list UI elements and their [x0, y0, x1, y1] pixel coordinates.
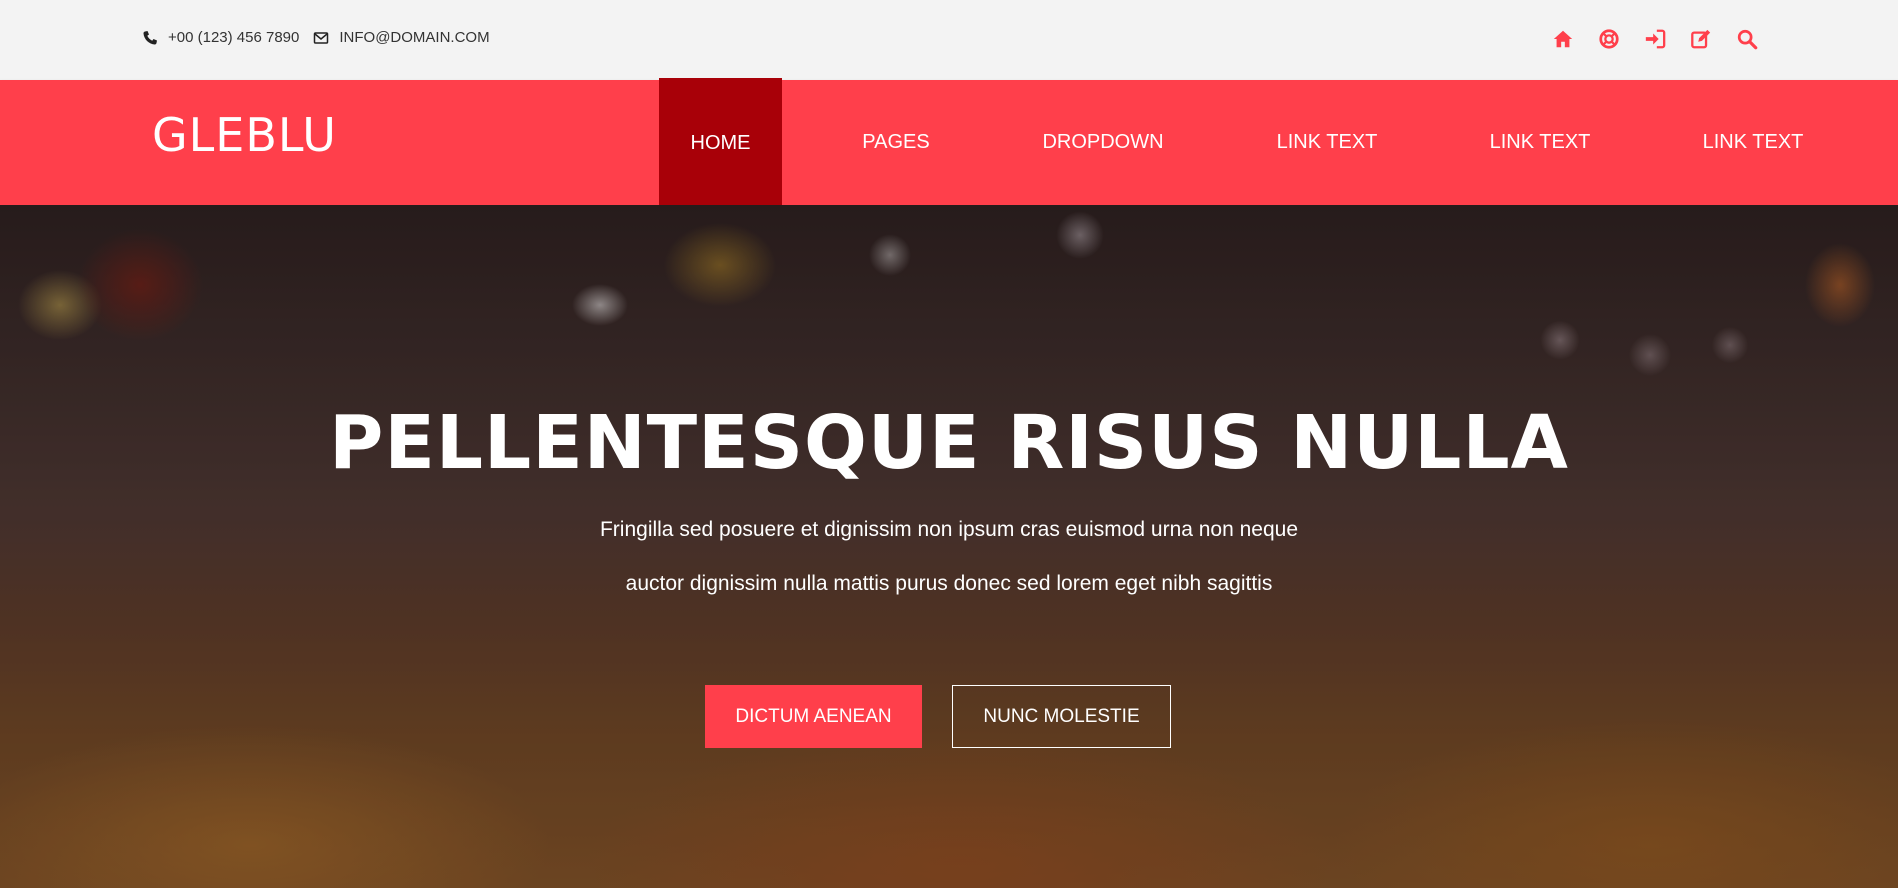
sign-in-icon[interactable]	[1644, 28, 1666, 50]
main-navbar: GLEBLU HOME PAGES DROPDOWN LINK TEXT LIN…	[0, 78, 1898, 208]
phone-contact[interactable]: +00 (123) 456 7890	[142, 29, 299, 47]
home-icon[interactable]	[1552, 28, 1574, 50]
nav-link-text-1[interactable]: LINK TEXT	[1262, 80, 1392, 205]
phone-icon	[143, 31, 157, 45]
edit-icon[interactable]	[1690, 28, 1712, 50]
hero-section: PELLENTESQUE RISUS NULLA Fringilla sed p…	[0, 205, 1898, 888]
email-contact[interactable]: INFO@DOMAIN.COM	[313, 29, 490, 47]
hero-background-image	[0, 205, 1898, 888]
hero-subtitle-line-1: Fringilla sed posuere et dignissim non i…	[599, 518, 1299, 541]
top-icon-group	[1552, 28, 1758, 50]
nav-dropdown[interactable]: DROPDOWN	[1030, 80, 1176, 205]
email-address: INFO@DOMAIN.COM	[339, 29, 490, 46]
nav-home[interactable]: HOME	[659, 78, 782, 208]
hero-subtitle-line-2: auctor dignissim nulla mattis purus done…	[625, 572, 1273, 595]
lifebuoy-icon[interactable]	[1598, 28, 1620, 50]
nav-link-text-3[interactable]: LINK TEXT	[1688, 80, 1818, 205]
search-icon[interactable]	[1736, 28, 1758, 50]
dictum-aenean-button[interactable]: DICTUM AENEAN	[705, 685, 922, 748]
contact-info: +00 (123) 456 7890 INFO@DOMAIN.COM	[142, 29, 504, 47]
nav-pages[interactable]: PAGES	[846, 80, 946, 205]
site-logo[interactable]: GLEBLU	[152, 108, 337, 162]
nunc-molestie-button[interactable]: NUNC MOLESTIE	[952, 685, 1171, 748]
phone-number: +00 (123) 456 7890	[168, 29, 300, 46]
top-bar: +00 (123) 456 7890 INFO@DOMAIN.COM	[0, 0, 1898, 80]
hero-title: PELLENTESQUE RISUS NULLA	[329, 400, 1569, 486]
envelope-icon	[314, 32, 329, 44]
nav-link-text-2[interactable]: LINK TEXT	[1475, 80, 1605, 205]
